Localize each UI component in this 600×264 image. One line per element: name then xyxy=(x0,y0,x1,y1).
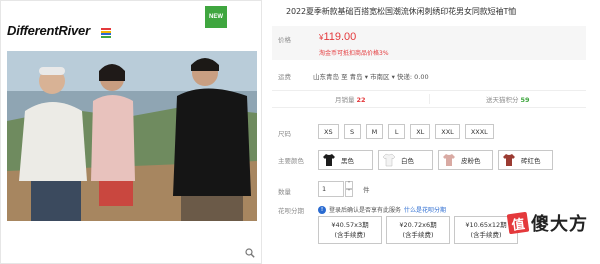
size-option[interactable]: XS xyxy=(318,124,339,139)
installment-plans: ¥40.57x3期 (含手续费) ¥20.72x6期 (含手续费) ¥10.65… xyxy=(318,216,518,244)
product-gallery: DifferentRiver NEW xyxy=(0,0,262,264)
magnifier-icon[interactable] xyxy=(245,248,255,258)
plan-note: (含手续费) xyxy=(402,231,434,239)
tshirt-icon xyxy=(441,152,457,168)
sales-stats: 月销量 22 送天猫积分 59 xyxy=(272,90,586,108)
installment-tip: ! 登录后确认是否享有此服务 什么是花呗分期 xyxy=(318,205,446,214)
color-name: 砖红色 xyxy=(521,157,541,165)
price-value: ¥119.00 xyxy=(319,31,356,43)
size-option[interactable]: XL xyxy=(410,124,431,139)
plan-amount: ¥40.57x3期 xyxy=(331,221,369,229)
shipping-label: 运费 xyxy=(278,73,291,81)
color-option-white[interactable]: 白色 xyxy=(378,150,433,170)
price-label: 价格 xyxy=(278,36,291,44)
quantity-label: 数量 xyxy=(278,188,291,196)
monthly-sales-label: 月销量 xyxy=(334,96,355,104)
tmall-points: 送天猫积分 59 xyxy=(430,94,587,104)
color-label: 主要颜色 xyxy=(278,157,304,165)
tshirt-icon xyxy=(321,152,337,168)
plan-amount: ¥20.72x6期 xyxy=(399,221,437,229)
tshirt-icon xyxy=(501,152,517,168)
size-option[interactable]: XXL xyxy=(435,124,460,139)
installment-label: 花呗分期 xyxy=(278,207,304,215)
price-amount: 119.00 xyxy=(323,31,357,43)
increase-button[interactable]: ˄ xyxy=(345,181,353,189)
color-selector: 黑色 白色 皮粉色 砖红色 xyxy=(318,150,553,170)
decrease-button[interactable]: ˅ xyxy=(345,189,353,197)
points-value: 59 xyxy=(520,96,530,104)
monthly-sales-value: 22 xyxy=(356,96,366,104)
color-option-brick-red[interactable]: 砖红色 xyxy=(498,150,553,170)
size-selector: XS S M L XL XXL XXXL xyxy=(318,124,494,139)
plan-note: (含手续费) xyxy=(470,231,502,239)
plan-note: (含手续费) xyxy=(334,231,366,239)
installment-tip-text: 登录后确认是否享有此服务 xyxy=(329,207,402,214)
points-label: 送天猫积分 xyxy=(485,96,519,104)
product-main-image[interactable] xyxy=(7,51,257,221)
shipping-destination[interactable]: 山东青岛 至 青岛 ▾ 市南区 ▾ 快递: 0.00 xyxy=(313,71,429,81)
watermark-text: 傻大方 xyxy=(531,214,588,235)
quantity-buttons: ˄ ˅ xyxy=(345,181,353,197)
product-title: 2022夏季新款基础百搭宽松国潮流休闲刺绣印花男女同款短袖T恤 xyxy=(286,7,517,16)
info-icon: ! xyxy=(318,205,326,214)
color-option-black[interactable]: 黑色 xyxy=(318,150,373,170)
quantity-stepper: 1 ˄ ˅ 件 xyxy=(318,181,370,197)
model-photo xyxy=(7,51,257,221)
watermark-logo: 值 xyxy=(506,211,530,235)
size-option[interactable]: L xyxy=(388,124,406,139)
coin-promo[interactable]: 淘金币可抵扣商品价格3% xyxy=(319,48,389,57)
size-option[interactable]: XXXL xyxy=(464,124,494,139)
monthly-sales: 月销量 22 xyxy=(272,94,430,104)
tshirt-icon xyxy=(381,152,397,168)
size-label: 尺码 xyxy=(278,130,291,138)
size-option[interactable]: M xyxy=(365,124,384,139)
quantity-input[interactable]: 1 xyxy=(318,181,344,197)
plan-amount: ¥10.65x12期 xyxy=(465,221,507,229)
new-badge: NEW xyxy=(205,6,227,28)
brand-logo: DifferentRiver xyxy=(7,23,90,38)
size-option[interactable]: S xyxy=(343,124,361,139)
site-watermark: 值 傻大方 xyxy=(506,210,588,236)
installment-help-link[interactable]: 什么是花呗分期 xyxy=(404,205,446,214)
color-name: 皮粉色 xyxy=(461,157,481,165)
installment-plan-6[interactable]: ¥20.72x6期 (含手续费) xyxy=(386,216,450,244)
brand-stripes-icon xyxy=(101,28,111,38)
color-name: 黑色 xyxy=(341,157,354,165)
installment-plan-3[interactable]: ¥40.57x3期 (含手续费) xyxy=(318,216,382,244)
color-name: 白色 xyxy=(401,157,414,165)
quantity-unit: 件 xyxy=(363,186,370,194)
color-option-pink[interactable]: 皮粉色 xyxy=(438,150,493,170)
price-box: 价格 ¥119.00 淘金币可抵扣商品价格3% xyxy=(272,26,586,60)
